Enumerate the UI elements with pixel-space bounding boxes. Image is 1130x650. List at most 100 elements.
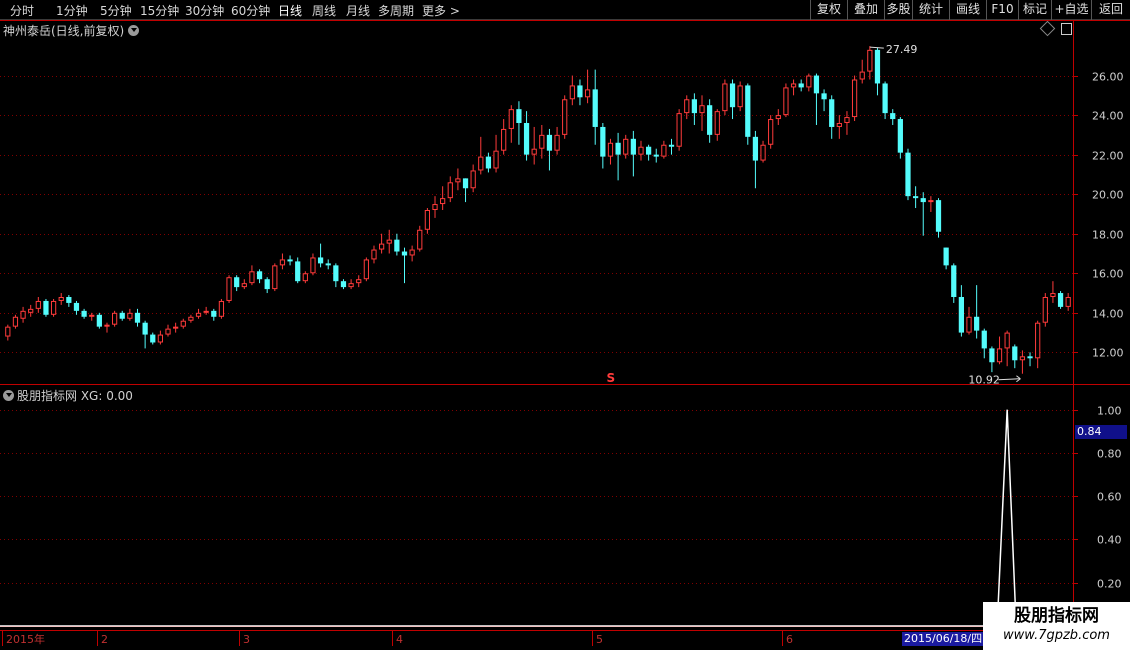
candle-body-up [1035, 322, 1041, 359]
candle-body-down [874, 49, 881, 84]
candle-body-up [218, 300, 225, 317]
candle-body-up [12, 316, 19, 327]
price-tick-label: 18.00 [1092, 229, 1124, 242]
candle-body-down [96, 314, 102, 327]
candle-body-up [806, 75, 812, 88]
candle-body-up [432, 204, 438, 210]
candle-body-down [333, 265, 339, 282]
candle-body-down [821, 93, 827, 100]
candle-body-down [752, 136, 759, 161]
candle-body-down [485, 156, 492, 169]
candle-body-up [836, 123, 842, 127]
price-tick-label: 22.00 [1092, 150, 1124, 163]
candle-body-up [127, 312, 133, 319]
candle-body-down [745, 85, 751, 137]
candle-body-down [66, 297, 72, 303]
candle-body-down [653, 154, 659, 157]
date-axis-label: 2015年 [6, 632, 45, 646]
candle-body-up [623, 138, 629, 155]
candle-body-up [1065, 297, 1071, 307]
candle-body-down [211, 310, 217, 317]
price-tick-label: 26.00 [1092, 71, 1124, 84]
candle-body-down [646, 146, 652, 155]
candle-body-up [722, 83, 728, 112]
candle-body-up [173, 326, 179, 329]
candle-body-up [493, 150, 499, 169]
candle-body-up [714, 111, 720, 135]
high-price-label: 27.49 [886, 43, 918, 56]
indicator-tick-label: 0.80 [1097, 448, 1122, 461]
candle-body-up [851, 79, 858, 118]
candle-body-up [165, 328, 171, 335]
candle-body-up [379, 243, 385, 250]
price-tick-label: 16.00 [1092, 268, 1124, 281]
candle-body-up [783, 87, 789, 116]
candle-body-up [1019, 356, 1026, 361]
candle-body-up [501, 128, 507, 151]
candle-body-up [424, 210, 430, 230]
candle-body-up [35, 300, 41, 309]
candle-body-down [256, 271, 263, 280]
candle-body-up [50, 300, 57, 315]
date-axis-label: 2 [101, 633, 108, 646]
price-tick-label: 14.00 [1092, 308, 1124, 321]
indicator-current-value: 0.84 [1075, 425, 1127, 439]
candle-body-up [737, 85, 743, 108]
candle-body-up [302, 273, 308, 282]
candle-body-up [584, 89, 591, 98]
candle-body-down [1012, 346, 1018, 361]
candle-body-down [913, 196, 919, 199]
candle-body-down [264, 279, 270, 290]
signal-marker: S [606, 371, 615, 385]
candle-body-down [546, 134, 553, 151]
candle-body-down [729, 83, 736, 108]
candle-body-down [691, 99, 697, 114]
candle-body-up [310, 257, 316, 274]
candle-body-down [920, 198, 926, 203]
candle-body-down [989, 348, 995, 363]
candle-body-down [592, 89, 598, 127]
candle-body-up [279, 259, 286, 266]
indicator-tick-label: 0.20 [1097, 578, 1122, 591]
candle-body-up [28, 308, 34, 313]
candle-body-up [241, 283, 247, 288]
candle-body-up [638, 146, 644, 155]
candle-body-up [996, 348, 1003, 363]
candle-body-up [409, 249, 415, 256]
candle-body-up [226, 277, 232, 301]
candle-body-down [577, 85, 583, 98]
xg-indicator-line [0, 409, 1073, 627]
candle-body-up [760, 144, 766, 161]
candle-body-down [981, 330, 987, 349]
candle-body-up [417, 229, 423, 250]
candle-body-down [73, 302, 80, 311]
candle-body-up [356, 279, 362, 284]
price-tick-label: 20.00 [1092, 189, 1124, 202]
candle-body-up [180, 320, 186, 327]
candle-body-up [363, 259, 369, 280]
candle-body-up [531, 148, 537, 155]
candle-body-down [340, 281, 347, 288]
candle-body-down [882, 83, 888, 114]
candle-body-up [386, 239, 392, 244]
candle-body-up [89, 314, 95, 317]
candle-body-up [58, 297, 64, 301]
candle-body-up [447, 182, 453, 199]
candle-body-up [104, 324, 110, 327]
candle-body-down [943, 247, 949, 266]
candle-body-up [5, 326, 11, 337]
candle-body-up [554, 134, 560, 151]
low-arrow-line [998, 378, 1021, 381]
kline-chart[interactable]: 26.00 24.00 22.00 20.00 18.00 16.00 14.00 12.00… [0, 0, 1130, 650]
candle-body-down [630, 138, 636, 155]
candle-body-up [195, 312, 202, 317]
candle-body-down [150, 334, 156, 343]
candle-body-down [615, 142, 621, 155]
candle-body-up [188, 316, 194, 321]
candle-body-down [890, 113, 896, 120]
candle-body-up [699, 105, 705, 114]
candle-body-down [287, 259, 293, 262]
candle-body-up [508, 109, 514, 129]
candle-body-up [455, 178, 461, 183]
watermark-title: 股朋指标网 [1014, 606, 1099, 626]
